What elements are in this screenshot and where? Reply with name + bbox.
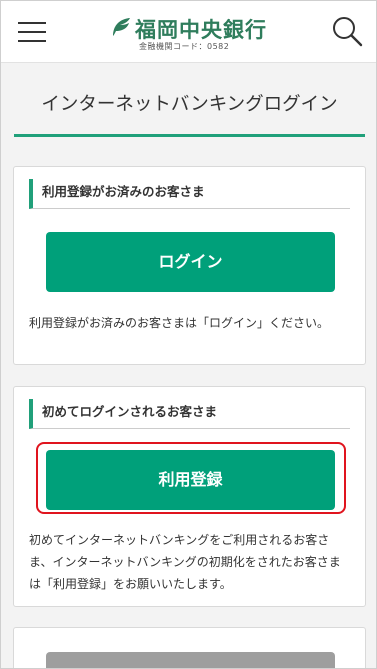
hamburger-menu-icon[interactable] — [18, 22, 46, 42]
login-description: 利用登録がお済みのお客さまは「ログイン」ください。 — [29, 316, 330, 330]
search-icon[interactable] — [331, 15, 363, 47]
screen: 福岡中央銀行 金融機関コード：0582 インターネットバンキングログイン 利用登… — [0, 0, 377, 669]
card-heading: 利用登録がお済みのお客さま — [29, 179, 350, 209]
login-button[interactable]: ログイン — [46, 232, 335, 292]
menu-bar — [18, 31, 46, 33]
card-heading: 初めてログインされるお客さま — [29, 399, 350, 429]
register-description: 初めてインターネットバンキングをご利用されるお客さま、インターネットバンキングの… — [29, 533, 341, 591]
reset-procedure-button[interactable]: インターネットバンキング初期化手 — [46, 652, 335, 668]
bank-name: 福岡中央銀行 — [135, 18, 267, 42]
card-heading-text: 初めてログインされるお客さま — [42, 404, 218, 419]
registered-customer-card: 利用登録がお済みのお客さま ログイン 利用登録がお済みのお客さまは「ログイン」く… — [13, 166, 366, 365]
card-heading-text: 利用登録がお済みのお客さま — [42, 184, 205, 199]
page-title-block: インターネットバンキングログイン — [14, 81, 365, 137]
menu-bar — [18, 40, 46, 42]
first-time-customer-card: 初めてログインされるお客さま 利用登録 初めてインターネットバンキングをご利用さ… — [13, 386, 366, 607]
bank-logo-mark-icon — [113, 18, 130, 36]
register-button[interactable]: 利用登録 — [46, 450, 335, 510]
reset-card: インターネットバンキング初期化手 — [13, 627, 366, 668]
page-title: インターネットバンキングログイン — [41, 94, 338, 115]
app-header: 福岡中央銀行 金融機関コード：0582 — [1, 1, 376, 63]
bank-code: 金融機関コード：0582 — [139, 42, 230, 51]
menu-bar — [18, 22, 46, 24]
bank-logo[interactable]: 福岡中央銀行 金融機関コード：0582 — [109, 14, 279, 54]
